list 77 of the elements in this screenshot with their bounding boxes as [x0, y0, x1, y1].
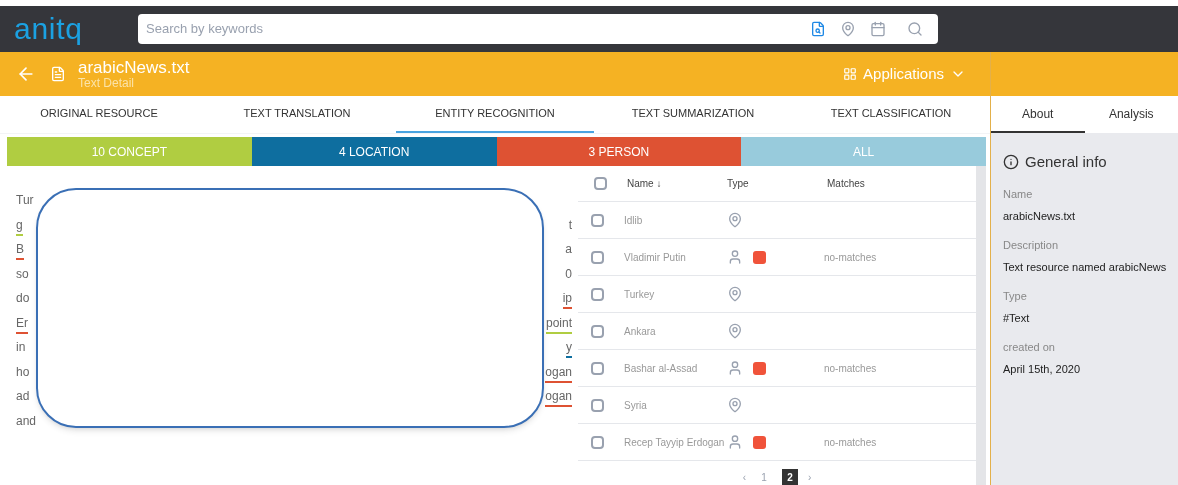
- field-value: arabicNews.txt: [1003, 209, 1077, 224]
- text-fragment: y: [566, 339, 572, 356]
- text-fragment: ad: [16, 388, 30, 405]
- page-button[interactable]: 2: [782, 469, 798, 485]
- text-fragment: do: [16, 290, 30, 307]
- pin-icon: [727, 397, 743, 413]
- checkbox[interactable]: [591, 287, 604, 301]
- person-icon: [727, 249, 743, 265]
- checkbox[interactable]: [591, 250, 604, 264]
- person-icon: [727, 434, 743, 450]
- column-header: Matches: [827, 177, 865, 191]
- text-fragment: ip: [562, 290, 572, 307]
- tab[interactable]: ENTITY RECOGNITION: [396, 96, 594, 133]
- checkbox[interactable]: [591, 361, 604, 375]
- field-value: #Text: [1003, 311, 1031, 326]
- side-tab[interactable]: Analysis: [1084, 96, 1178, 133]
- file-subtitle: Text Detail: [78, 77, 136, 89]
- field-label: Name: [1003, 186, 1034, 202]
- text-fragment: point: [545, 314, 572, 332]
- pin-icon: [727, 286, 743, 302]
- tab[interactable]: TEXT CLASSIFICATION: [792, 96, 990, 133]
- category-filter[interactable]: 4 LOCATION: [251, 137, 497, 166]
- table-cell-text: Ankara: [624, 324, 657, 339]
- info-icon: [1003, 154, 1019, 171]
- checkbox[interactable]: [591, 324, 604, 338]
- file-title: arabicNews.txt: [78, 59, 190, 76]
- text-fragment: ogan: [545, 388, 572, 405]
- search-bar[interactable]: Search by keywords: [138, 14, 938, 44]
- text-fragment: Tur: [16, 192, 34, 209]
- column-header: Type: [727, 177, 750, 191]
- column-header[interactable]: Name ↓: [627, 176, 727, 191]
- person-icon: [727, 360, 743, 376]
- field-label: created on: [1003, 339, 1056, 355]
- checkbox[interactable]: [591, 213, 604, 227]
- checkbox[interactable]: [594, 177, 607, 190]
- text-fragment: in: [16, 339, 26, 356]
- calendar-icon[interactable]: [870, 21, 886, 37]
- field-label: Type: [1003, 288, 1028, 304]
- tab[interactable]: TEXT SUMMARIZATION: [594, 96, 792, 133]
- section-title: General info: [1025, 152, 1107, 172]
- text-fragment: Er: [16, 314, 28, 332]
- table-cell-text: Syria: [624, 398, 648, 413]
- table-cell-text: Bashar al-Assad: [624, 361, 699, 376]
- search-field[interactable]: Search by keywords: [146, 19, 803, 39]
- text-fragment: and: [16, 412, 37, 430]
- grid-icon: [843, 67, 858, 81]
- tab[interactable]: ORIGINAL RESOURCE: [0, 96, 198, 133]
- text-fragment: t: [568, 216, 572, 234]
- text-fragment: ogan: [545, 363, 572, 381]
- document-icon: [50, 66, 66, 82]
- field-label: Description: [1003, 237, 1060, 253]
- table-cell-text: Vladimir Putin: [624, 250, 687, 265]
- text-fragment: g: [16, 216, 23, 234]
- text-fragment: ho: [16, 363, 30, 381]
- text-fragment: 0: [565, 265, 572, 283]
- field-value: April 15th, 2020: [1003, 362, 1082, 377]
- logo: anitq: [14, 14, 84, 44]
- text-fragment: B: [16, 241, 24, 258]
- scrollbar[interactable]: [976, 166, 986, 485]
- checkbox[interactable]: [591, 435, 604, 449]
- tab[interactable]: TEXT TRANSLATION: [198, 96, 396, 133]
- table-cell-text: Turkey: [624, 287, 656, 302]
- pin-icon: [727, 323, 743, 339]
- text-fragment: so: [16, 265, 29, 283]
- table-cell-text: Idlib: [624, 213, 644, 228]
- pin-icon: [727, 212, 743, 228]
- table-cell-text: no-matches: [824, 361, 877, 376]
- search-icon[interactable]: [907, 21, 923, 37]
- pin-icon[interactable]: [840, 21, 856, 37]
- checkbox[interactable]: [591, 398, 604, 412]
- table-cell-text: Recep Tayyip Erdogan: [624, 435, 726, 450]
- field-value: Text resource named arabicNews: [1003, 260, 1168, 275]
- text-fragment: a: [565, 241, 572, 258]
- table-cell-text: no-matches: [824, 250, 877, 265]
- document-search-icon[interactable]: [810, 21, 826, 37]
- category-filter[interactable]: 3 PERSON: [496, 137, 742, 166]
- table-cell-text: no-matches: [824, 435, 877, 450]
